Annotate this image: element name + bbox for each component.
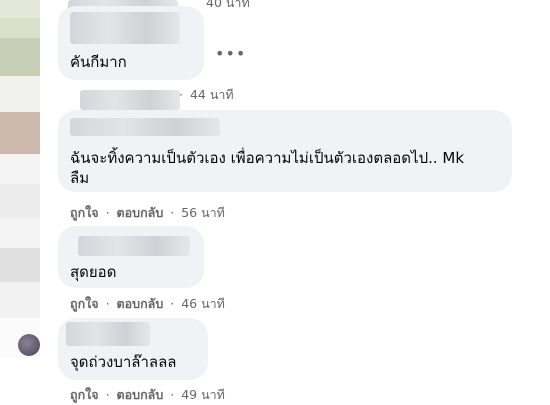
comment-meta: ถูกใจ · ตอบกลับ · 46 นาที [70, 295, 225, 313]
separator: · [170, 205, 175, 220]
blurred-name [70, 12, 180, 44]
avatar[interactable] [18, 334, 40, 356]
comment-bubble: จุดถ่วงบาล๊าลลล [58, 318, 208, 380]
reply-link[interactable]: ตอบกลับ [117, 387, 164, 402]
comment-meta: ถูกใจ · ตอบกลับ · 56 นาที [70, 204, 225, 222]
comment-meta: ถูกใจ · ตอบกลับ · 49 นาที [70, 386, 225, 404]
separator: · [170, 296, 175, 311]
separator: · [105, 387, 110, 402]
reply-link[interactable]: ตอบกลับ [117, 296, 164, 311]
comment-bubble: คันกีมาก [58, 6, 204, 80]
blurred-name [80, 90, 180, 110]
comment-text: สุดยอด [70, 263, 117, 281]
comment-time[interactable]: 49 นาที [181, 387, 225, 402]
separator: · [105, 296, 110, 311]
like-link[interactable]: ถูกใจ [70, 296, 99, 311]
comment-time[interactable]: 56 นาที [181, 205, 225, 220]
separator: · [105, 205, 110, 220]
comment-time[interactable]: 46 นาที [181, 296, 225, 311]
reply-link[interactable]: ตอบกลับ [117, 205, 164, 220]
comment-bubble: ฉันจะทิ้งความเป็นตัวเอง เพื่อความไม่เป็น… [58, 110, 512, 192]
comment-text-line2: ลืม [70, 169, 90, 187]
blurred-name [66, 322, 150, 346]
blurred-name [70, 118, 220, 136]
comment-text: จุดถ่วงบาล๊าลลล [70, 353, 177, 371]
comment-text: คันกีมาก [70, 53, 127, 71]
comment-meta: 40 นาที [206, 0, 250, 12]
comment-time[interactable]: 44 นาที [190, 87, 234, 102]
like-link[interactable]: ถูกใจ [70, 205, 99, 220]
more-options-icon[interactable]: ••• [215, 44, 246, 63]
comment-text-line1: ฉันจะทิ้งความเป็นตัวเอง เพื่อความไม่เป็น… [70, 149, 465, 167]
separator: · [170, 387, 175, 402]
blurred-name [78, 236, 190, 256]
comment-bubble: สุดยอด [58, 226, 204, 288]
like-link[interactable]: ถูกใจ [70, 387, 99, 402]
comment-time[interactable]: 40 นาที [206, 0, 250, 10]
